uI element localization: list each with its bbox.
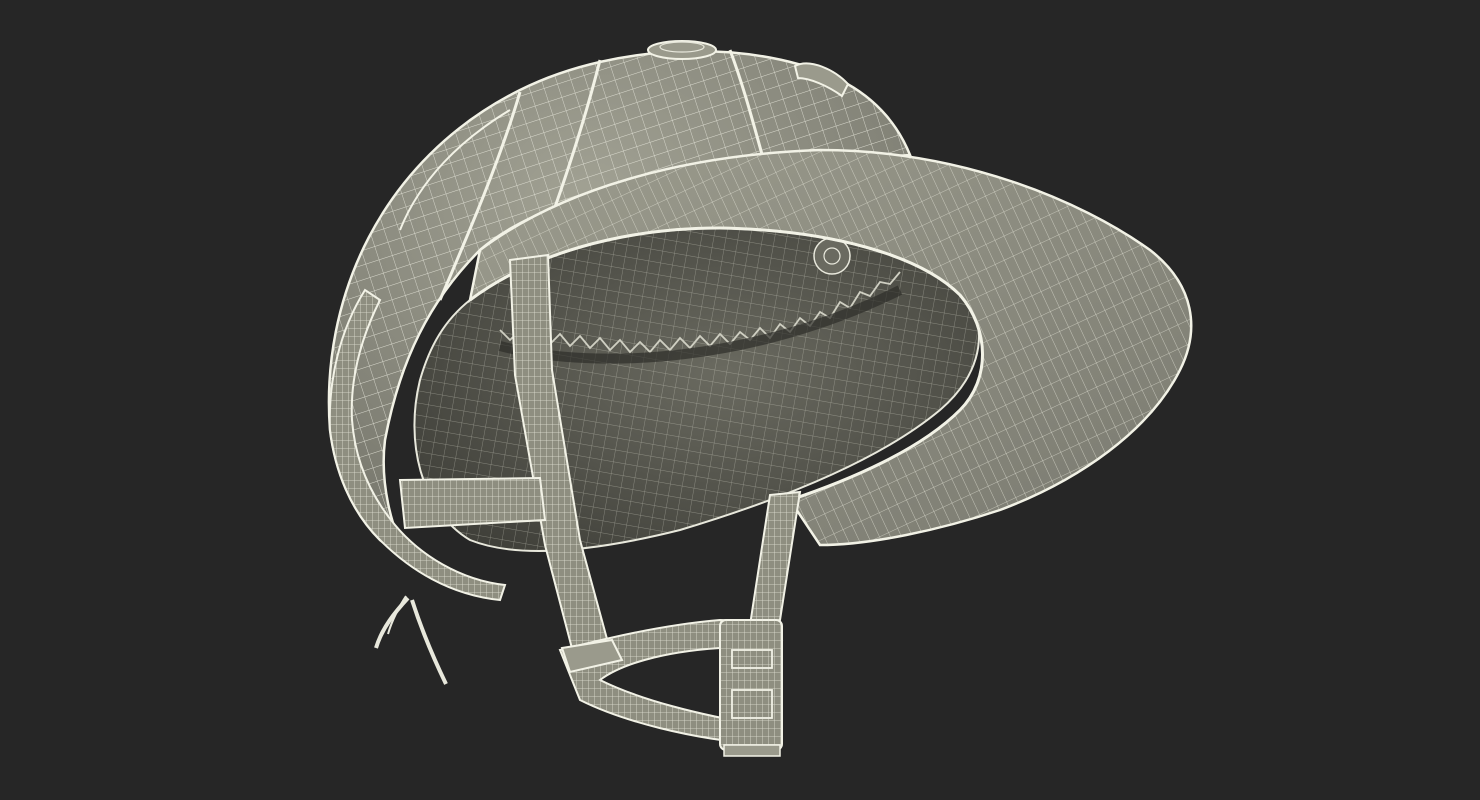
chin-string-left: [374, 595, 448, 685]
top-button: [647, 40, 717, 60]
chin-strap-rear: [748, 490, 802, 627]
render-viewport: [0, 0, 1480, 800]
helmet-wireframe-render: [327, 40, 1193, 757]
strap-buckle: [719, 619, 783, 757]
cross-strap: [398, 476, 547, 530]
